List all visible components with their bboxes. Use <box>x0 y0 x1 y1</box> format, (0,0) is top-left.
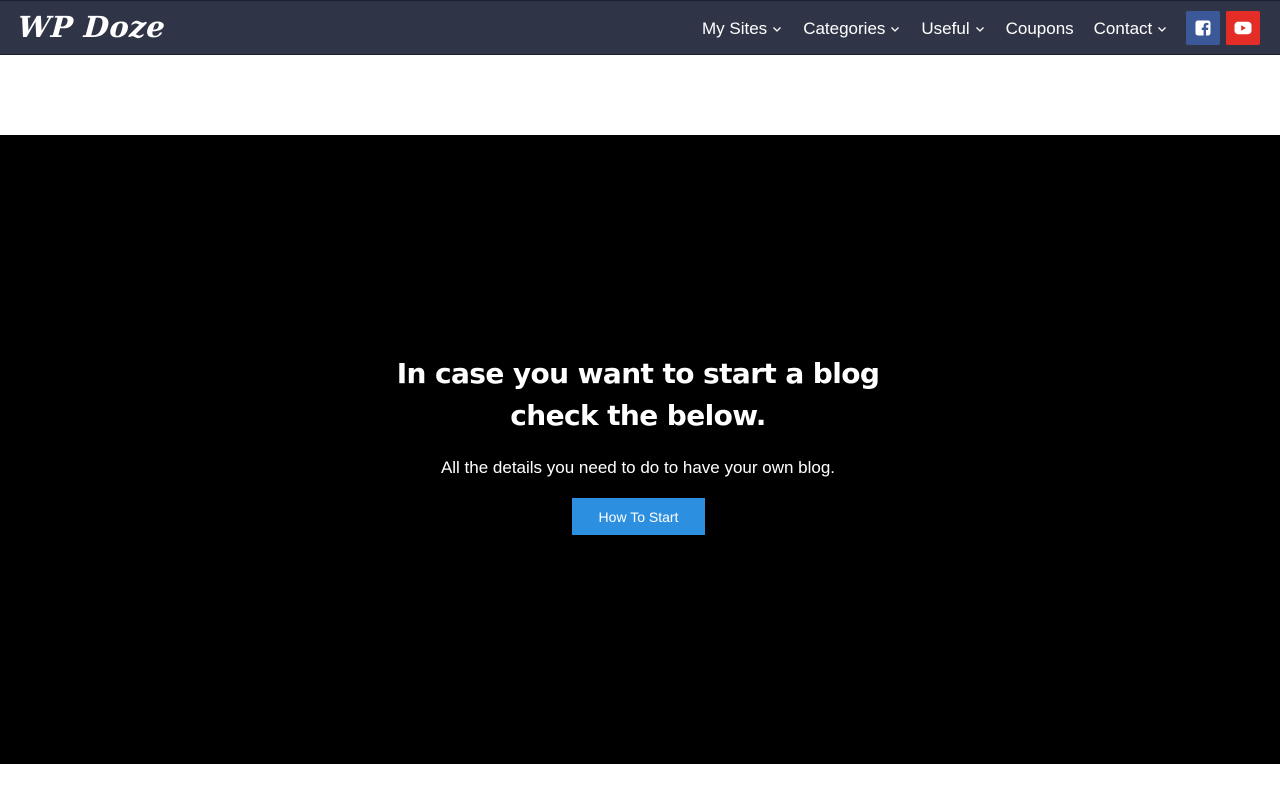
chevron-down-icon <box>889 23 901 35</box>
chevron-down-icon <box>1156 23 1168 35</box>
youtube-icon <box>1234 21 1252 35</box>
youtube-button[interactable] <box>1226 11 1260 45</box>
site-logo[interactable]: WP Doze <box>17 9 167 45</box>
nav-item-useful[interactable]: Useful <box>911 1 995 56</box>
hero-section: In case you want to start a blog check t… <box>0 135 1280 764</box>
nav-item-contact[interactable]: Contact <box>1084 1 1179 56</box>
hero-subtitle: All the details you need to do to have y… <box>440 458 836 477</box>
nav-item-my-sites[interactable]: My Sites <box>692 1 793 56</box>
nav-item-label: Categories <box>803 18 886 38</box>
how-to-start-button[interactable]: How To Start <box>572 498 705 535</box>
nav-item-label: My Sites <box>702 18 768 38</box>
nav-item-label: Coupons <box>1005 18 1074 38</box>
facebook-button[interactable] <box>1186 11 1220 45</box>
site-header: WP Doze My Sites Categories Useful Coupo… <box>0 0 1280 55</box>
main-nav: My Sites Categories Useful Coupons Conta… <box>692 1 1178 56</box>
nav-item-label: Useful <box>921 18 970 38</box>
facebook-icon <box>1195 20 1211 36</box>
nav-item-coupons[interactable]: Coupons <box>996 1 1084 56</box>
nav-item-label: Contact <box>1093 18 1153 38</box>
chevron-down-icon <box>771 23 783 35</box>
chevron-down-icon <box>974 23 986 35</box>
hero-title: In case you want to start a blog check t… <box>340 353 936 437</box>
hero-title-line-2: check the below. <box>510 399 766 432</box>
nav-item-categories[interactable]: Categories <box>793 1 911 56</box>
hero-title-line-1: In case you want to start a blog <box>396 357 880 390</box>
page-content-area <box>0 764 1280 800</box>
